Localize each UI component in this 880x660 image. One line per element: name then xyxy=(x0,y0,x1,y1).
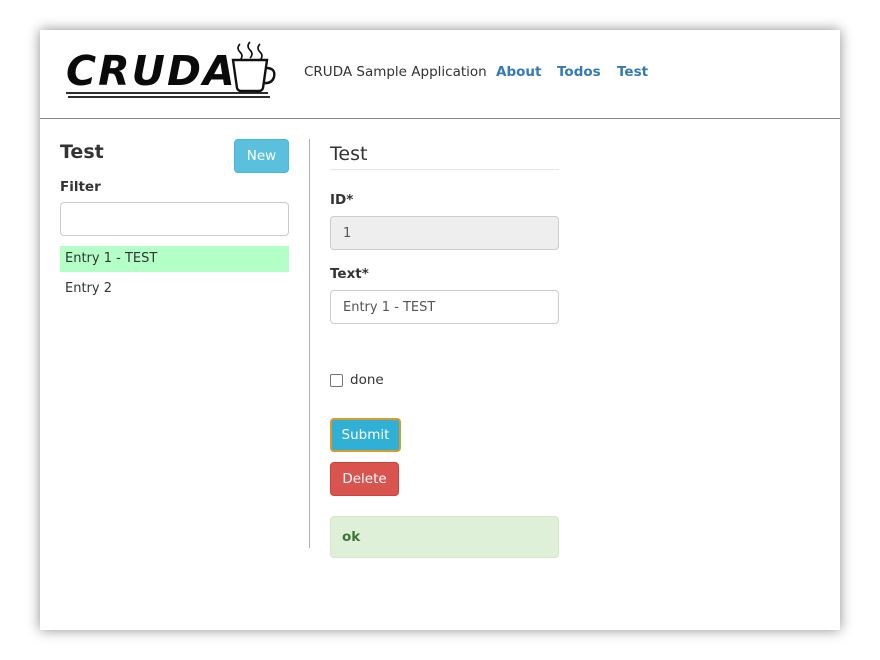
submit-button[interactable]: Submit xyxy=(330,418,401,452)
panel-divider xyxy=(309,139,310,548)
id-field[interactable] xyxy=(330,216,559,250)
list-item[interactable]: Entry 1 - TEST xyxy=(60,246,289,272)
status-alert: ok xyxy=(330,516,559,558)
filter-label: Filter xyxy=(60,179,101,195)
coffee-cup-icon xyxy=(66,41,276,98)
done-row: done xyxy=(330,370,384,390)
list-item[interactable]: Entry 2 xyxy=(60,276,289,302)
new-button[interactable]: New xyxy=(234,139,289,173)
text-field[interactable] xyxy=(330,290,559,324)
form-title: Test xyxy=(330,143,559,170)
app-title: CRUDA Sample Application xyxy=(304,64,487,80)
list-panel: Test New Filter Entry 1 - TEST Entry 2 xyxy=(60,139,289,549)
cruda-logo[interactable]: CRUDA xyxy=(64,40,276,100)
id-label: ID* xyxy=(330,192,354,208)
list-title: Test xyxy=(60,141,104,163)
text-label: Text* xyxy=(330,266,369,282)
entry-list: Entry 1 - TEST Entry 2 xyxy=(60,246,289,306)
nav-link-todos[interactable]: Todos xyxy=(557,64,601,80)
delete-button[interactable]: Delete xyxy=(330,462,399,496)
app-window: CRUDA CRUDA Sample Application About Tod… xyxy=(40,30,840,630)
done-checkbox[interactable] xyxy=(330,373,343,387)
nav-link-test[interactable]: Test xyxy=(617,64,648,80)
done-label: done xyxy=(350,372,384,388)
nav-link-about[interactable]: About xyxy=(496,64,541,80)
filter-input[interactable] xyxy=(60,202,289,236)
header: CRUDA CRUDA Sample Application About Tod… xyxy=(40,30,840,119)
